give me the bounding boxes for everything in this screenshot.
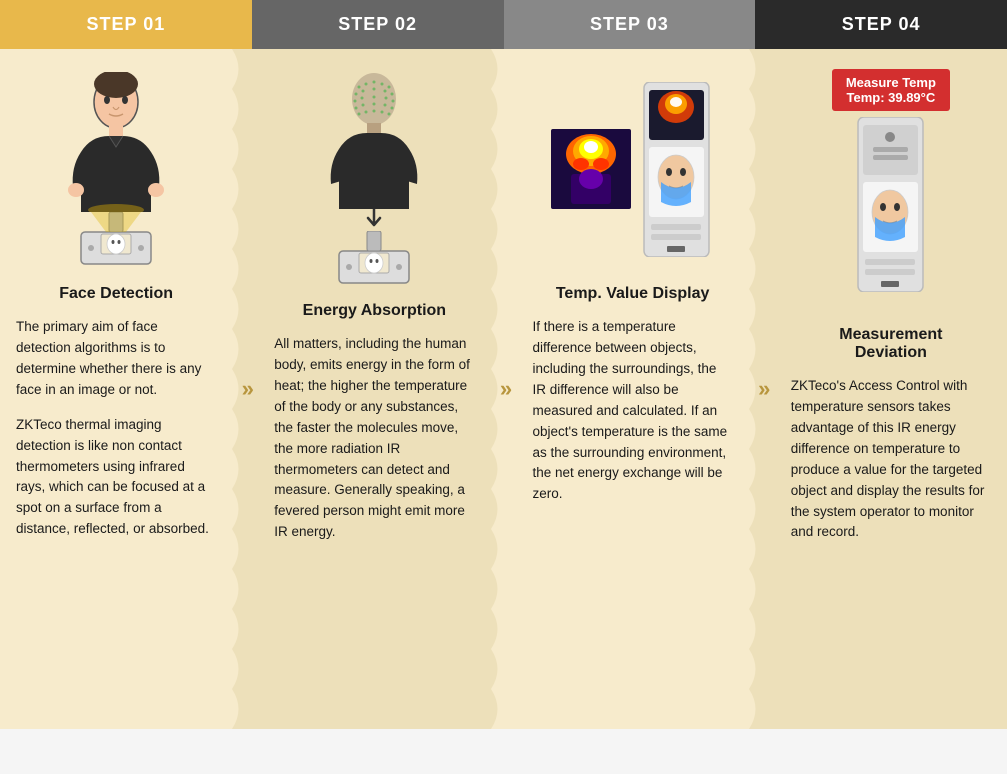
step2-text1: All matters, including the human body, e… [274,334,474,543]
step4-label: STEP 04 [842,14,921,34]
chevron2: » [500,376,507,402]
step1-label: STEP 01 [87,14,166,34]
access-device-icon [639,82,714,257]
down-arrow-icon [364,209,384,231]
step3-text1: If there is a temperature difference bet… [533,317,733,505]
step2-title: Energy Absorption [274,302,474,320]
temp-badge: Measure Temp Temp: 39.89°C [832,69,950,111]
page-wrapper: STEP 01 STEP 02 STEP 03 STEP 04 [0,0,1007,729]
person-icon [61,72,171,212]
temp-badge-container: Measure Temp Temp: 39.89°C [791,69,991,111]
step2-body: All matters, including the human body, e… [274,334,474,543]
step1-illustration [16,69,216,269]
step2-column: Energy Absorption All matters, including… [258,49,490,729]
step1-text2: ZKTeco thermal imaging detection is like… [16,415,216,541]
step3-header: STEP 03 [504,0,756,49]
scanner-device2-icon [329,231,419,286]
divider1: » [232,49,258,729]
step4-title: Measurement Deviation [791,308,991,362]
chevron3: » [758,376,765,402]
step4-text1: ZKTeco's Access Control with temperature… [791,376,991,543]
step3-title: Temp. Value Display [533,285,733,303]
step4-column: Measure Temp Temp: 39.89°C [775,49,1007,729]
step4-header: STEP 04 [755,0,1007,49]
step2-illustration [274,69,474,286]
step2-header: STEP 02 [252,0,504,49]
step1-text1: The primary aim of face detection algori… [16,317,216,401]
header-bar: STEP 01 STEP 02 STEP 03 STEP 04 [0,0,1007,49]
divider3: » [749,49,775,729]
step3-illustration [533,69,733,269]
step4-body: ZKTeco's Access Control with temperature… [791,376,991,543]
step1-header: STEP 01 [0,0,252,49]
step1-column: Face Detection The primary aim of face d… [0,49,232,729]
energy-person-icon [319,69,429,209]
scanner-device-icon [71,212,161,267]
step1-body: The primary aim of face detection algori… [16,317,216,540]
step3-body: If there is a temperature difference bet… [533,317,733,505]
thermal-image-icon [551,129,631,209]
divider2: » [491,49,517,729]
body-section: Face Detection The primary aim of face d… [0,49,1007,729]
chevron1: » [242,376,249,402]
step1-title: Face Detection [16,285,216,303]
step4-illustration [791,117,991,292]
step3-column: Temp. Value Display If there is a temper… [517,49,749,729]
step3-label: STEP 03 [590,14,669,34]
access-device2-icon [853,117,928,292]
temp-badge-line1: Measure Temp [846,75,936,90]
temp-badge-line2: Temp: 39.89°C [846,90,936,105]
step2-label: STEP 02 [338,14,417,34]
